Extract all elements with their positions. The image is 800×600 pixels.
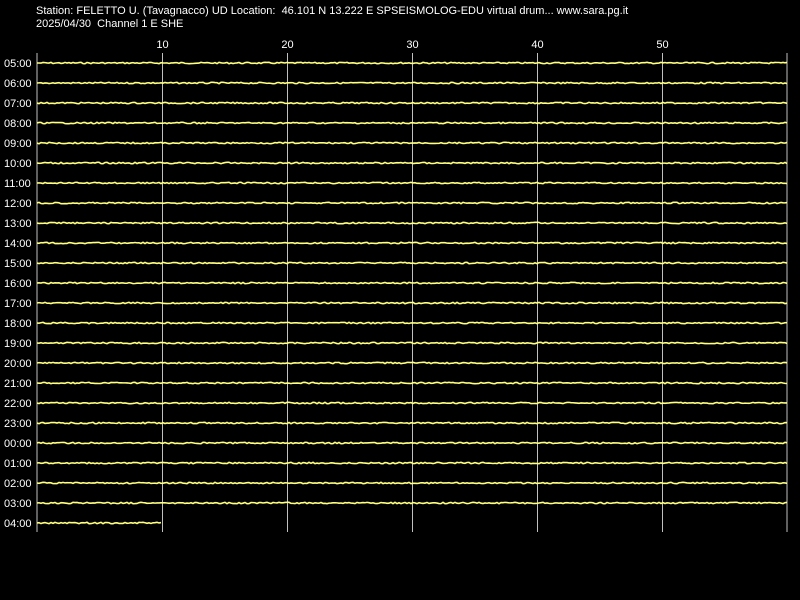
hour-label: 16:00 — [4, 278, 32, 290]
seismic-trace — [36, 281, 788, 285]
hour-label: 20:00 — [4, 358, 32, 370]
hour-label: 23:00 — [4, 418, 32, 430]
hour-label: 03:00 — [4, 498, 32, 510]
grid — [36, 53, 788, 532]
hour-label: 04:00 — [4, 518, 32, 530]
hour-label: 15:00 — [4, 258, 32, 270]
hour-rows: 05:00 06:00 07:00 08:00 09:00 10:00 11:00 12:00… — [4, 58, 788, 530]
hour-label: 17:00 — [4, 298, 32, 310]
x-tick-label: 30 — [406, 39, 418, 51]
seismic-trace — [36, 321, 788, 325]
hour-label: 13:00 — [4, 218, 32, 230]
hour-label: 05:00 — [4, 58, 32, 70]
seismic-trace — [36, 401, 788, 405]
hour-label: 12:00 — [4, 198, 32, 210]
seismic-trace — [36, 381, 788, 385]
seismic-trace — [36, 441, 788, 445]
seismic-trace — [36, 421, 788, 425]
seismic-trace — [36, 101, 788, 105]
hour-label: 08:00 — [4, 118, 32, 130]
hour-label: 01:00 — [4, 458, 32, 470]
hour-label: 18:00 — [4, 318, 32, 330]
seismic-trace — [36, 341, 788, 345]
hour-label: 07:00 — [4, 98, 32, 110]
hour-label: 06:00 — [4, 78, 32, 90]
hour-label: 19:00 — [4, 338, 32, 350]
seismic-trace — [36, 201, 788, 205]
seismic-trace — [36, 141, 788, 145]
seismic-trace — [36, 121, 788, 125]
hour-label: 21:00 — [4, 378, 32, 390]
x-tick-label: 40 — [531, 39, 543, 51]
seismic-trace — [36, 261, 788, 265]
seismic-trace — [36, 501, 788, 505]
seismic-trace — [36, 161, 788, 165]
seismic-trace — [36, 521, 162, 525]
hour-label: 22:00 — [4, 398, 32, 410]
hour-label: 14:00 — [4, 238, 32, 250]
hour-label: 02:00 — [4, 478, 32, 490]
x-tick-label: 10 — [156, 39, 168, 51]
seismic-trace — [36, 221, 788, 225]
seismogram-drum-chart: 10 20 30 40 50 05:00 06:00 07:00 08:00 09:00 10:0… — [4, 39, 788, 532]
seismic-trace — [36, 461, 788, 465]
hour-label: 10:00 — [4, 158, 32, 170]
hour-label: 11:00 — [4, 178, 31, 190]
x-tick-labels: 10 20 30 40 50 — [156, 39, 668, 51]
hour-label: 09:00 — [4, 138, 32, 150]
hour-label: 00:00 — [4, 438, 32, 450]
seismic-trace — [36, 81, 788, 85]
x-tick-label: 20 — [281, 39, 293, 51]
x-tick-label: 50 — [656, 39, 668, 51]
